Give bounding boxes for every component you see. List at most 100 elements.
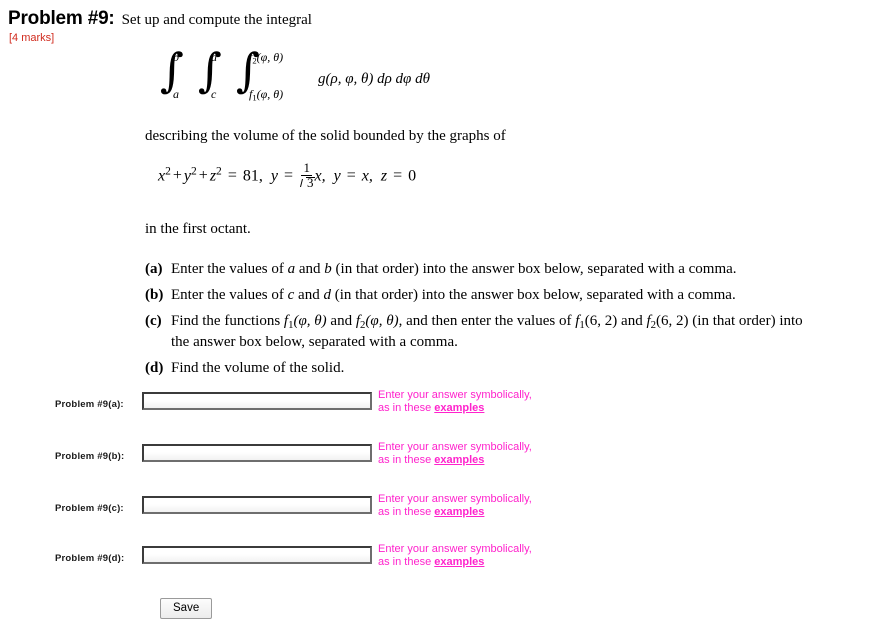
constraint-equations: x2 + y2 + z2 = 81, y = 1 3 x, y = x, z = 0 [158,160,417,202]
fraction-numerator: 1 [303,160,310,175]
answer-input-d[interactable] [142,546,372,564]
list-item: (b) Enter the values of c and d (in that… [145,286,885,305]
item-a-text-2: and [295,261,325,277]
eq-zero: 0 [408,167,417,185]
answer-input-a[interactable] [142,392,372,410]
eq-x-exponent: 2 [165,165,171,178]
integral-expression: ∫ b a ∫ d c ∫ f2(φ, θ) f1(φ, θ) g(ρ, φ, … [160,47,430,104]
answer-row-a: Problem #9(a): Enter your answer symboli… [0,389,886,426]
item-marker-c: (c) [145,313,162,330]
eq-equals-1: = [227,167,237,185]
item-marker-d: (d) [145,359,164,376]
examples-link[interactable]: examples [434,556,484,568]
answer-hint-c: Enter your answer symbolically, as in th… [378,493,532,518]
item-c-line2: the answer box below, separated with a c… [171,333,458,350]
answer-label-d: Problem #9(d): [55,553,125,564]
eq-plus-2: + [198,167,208,185]
item-c-f2n-args: (6, 2) [656,313,689,330]
hint-line-1: Enter your answer symbolically, [378,441,532,453]
save-button[interactable]: Save [160,598,213,619]
integral-middle-lower-limit: c [211,87,217,101]
sub-question-list: (a) Enter the values of a and b (in that… [145,260,885,385]
eq-z-exponent: 2 [216,165,222,178]
page-title: Problem #9: [8,8,115,29]
hint-line-1: Enter your answer symbolically, [378,389,532,401]
answer-input-c[interactable] [142,496,372,514]
hint-line-1: Enter your answer symbolically, [378,543,532,555]
square-root-icon: 3 [300,174,315,191]
integral-outer-lower-limit: a [173,87,179,101]
examples-link[interactable]: examples [434,506,484,518]
item-a-var-b: b [324,261,332,277]
hint-line-2-prefix: as in these [378,453,435,466]
item-c-tail: (in that order) into [688,313,803,330]
answer-label-b: Problem #9(b): [55,451,125,462]
answer-label-a: Problem #9(a): [55,399,124,410]
integral-sign-icon: ∫ [160,43,184,97]
integral-outer-upper-limit: b [173,50,179,64]
answer-hint-b: Enter your answer symbolically, as in th… [378,441,532,466]
item-c-and-2: and [617,313,647,330]
hint-line-2-prefix: as in these [378,505,435,518]
item-b-text-2: and [294,287,324,304]
item-c-f1n-args: (6, 2) [584,313,618,330]
item-c-lead: Find the functions [171,313,284,330]
item-c-and: and [326,313,356,330]
one-over-sqrt3-fraction: 1 3 [300,160,315,191]
answer-row-b: Problem #9(b): Enter your answer symboli… [0,441,886,478]
list-item: (d) Find the volume of the solid. [145,359,885,378]
integral-inner-lower-limit: f1(φ, θ) [249,87,283,102]
integral-middle-upper-limit: d [211,50,217,64]
item-c-f1-args: (φ, θ) [293,313,327,330]
eq-rhs-81: 81, [242,167,263,185]
eq-y: y [183,167,192,185]
eq-equals-2: = [283,167,293,185]
integral-middle: ∫ d c [198,47,232,104]
integral-sign-icon: ∫ [198,43,222,97]
answer-hint-d: Enter your answer symbolically, as in th… [378,543,532,568]
eq-plus-1: + [172,167,182,185]
list-item: (c) Find the functions f1(φ, θ) and f2(φ… [145,312,885,352]
eq-z2: z [380,167,388,185]
problem-stem: Set up and compute the integral [121,12,312,28]
item-c-mid: , and then enter the values of [398,313,576,330]
eq-equals-3: = [346,167,356,185]
item-d-text: Find the volume of the solid. [171,359,345,376]
octant-line: in the first octant. [145,221,251,237]
answer-label-c: Problem #9(c): [55,503,124,514]
answer-input-b[interactable] [142,444,372,462]
eq-equals-4: = [393,167,403,185]
examples-link[interactable]: examples [434,402,484,414]
f2-args: (φ, θ) [256,50,284,64]
integral-inner-upper-limit: f2(φ, θ) [249,50,283,65]
fraction-denominator: 3 [300,174,315,191]
eq-x-after-fraction: x, [314,167,326,185]
eq-y2: y [270,167,278,185]
answer-row-d: Problem #9(d): Enter your answer symboli… [0,543,886,580]
integral-outer: ∫ b a [160,47,194,104]
eq-y-exponent: 2 [191,165,197,178]
eq-y3: y [333,167,341,185]
item-marker-a: (a) [145,261,163,277]
hint-line-2-prefix: as in these [378,401,435,414]
item-a-text-3: (in that order) into the answer box belo… [331,261,737,277]
item-b-var-d: d [323,287,331,304]
answer-row-c: Problem #9(c): Enter your answer symboli… [0,493,886,530]
list-item: (a) Enter the values of a and b (in that… [145,260,885,279]
answer-hint-a: Enter your answer symbolically, as in th… [378,389,532,414]
item-a-var-a: a [287,261,296,277]
problem-header: Problem #9: Set up and compute the integr… [8,8,878,44]
integral-inner: ∫ f2(φ, θ) f1(φ, θ) [236,47,283,104]
examples-link[interactable]: examples [434,454,484,466]
item-a-text-1: Enter the values of [171,261,288,277]
eq-x3: x, [361,167,373,185]
item-b-text-1: Enter the values of [171,287,288,304]
item-b-text-3: (in that order) into the answer box belo… [330,287,736,304]
marks-badge: [4 marks] [9,32,55,44]
item-marker-b: (b) [145,287,164,304]
radicand: 3 [306,174,314,190]
describing-line: describing the volume of the solid bound… [145,128,506,144]
integrand-expression: g(ρ, φ, θ) dρ dφ dθ [318,71,430,87]
f1-args: (φ, θ) [256,87,284,101]
item-c-f2-args: (φ, θ) [365,313,399,330]
